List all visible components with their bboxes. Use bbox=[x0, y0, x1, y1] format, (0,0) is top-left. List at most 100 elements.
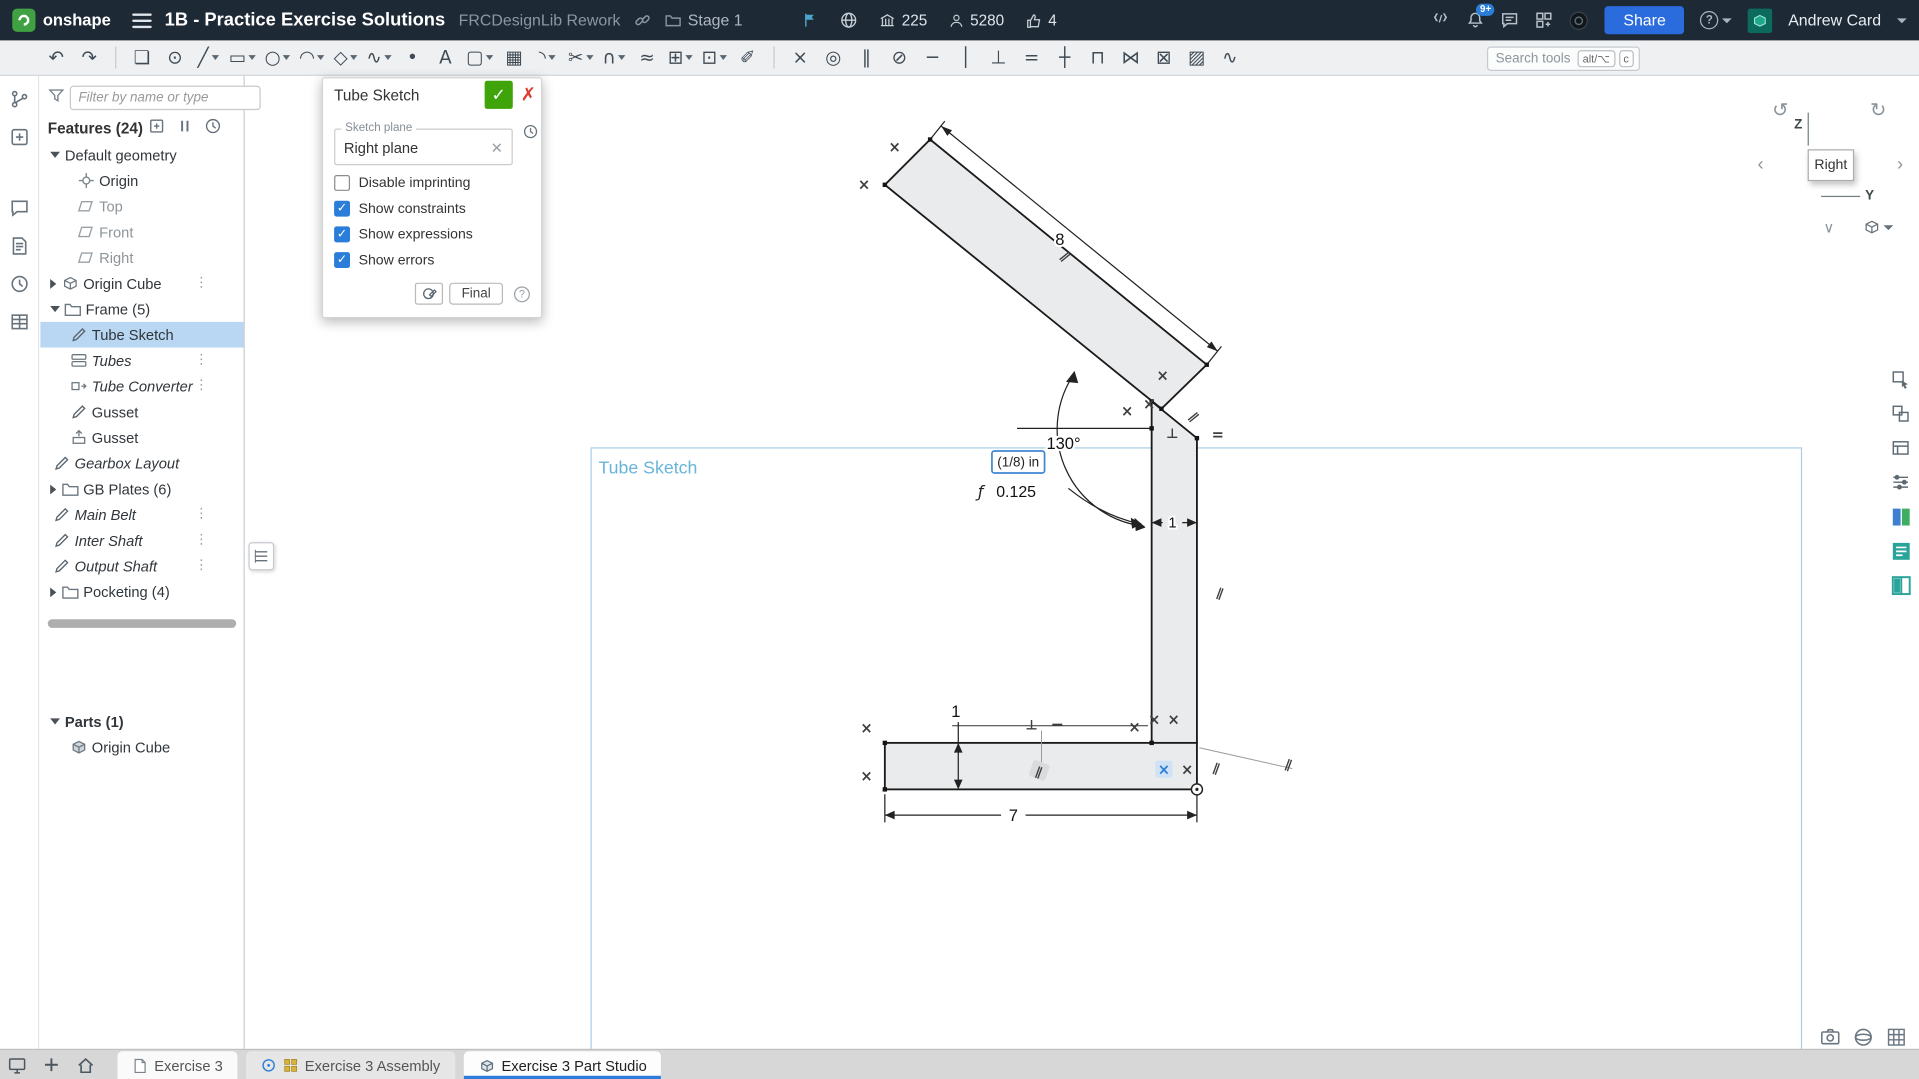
midpoint-tool[interactable]: ┼ bbox=[1050, 43, 1079, 72]
perpendicular-tool[interactable]: ⊥ bbox=[984, 43, 1013, 72]
chevron-down-icon[interactable] bbox=[686, 55, 693, 60]
chevron-down-icon[interactable] bbox=[548, 55, 555, 60]
appearance-icon[interactable] bbox=[1888, 470, 1912, 494]
user-menu-chevron-icon[interactable] bbox=[1897, 18, 1907, 23]
feature-tube-sketch[interactable]: Tube Sketch bbox=[40, 322, 243, 348]
user-name[interactable]: Andrew Card bbox=[1788, 11, 1881, 29]
construction-tool[interactable]: ⊙ bbox=[160, 43, 189, 72]
option-show-expressions[interactable]: ✓Show expressions bbox=[334, 226, 530, 242]
search-tools-input[interactable] bbox=[1493, 50, 1574, 67]
style-tool[interactable]: ✐ bbox=[733, 43, 762, 72]
stat-likes[interactable]: 4 bbox=[1025, 12, 1057, 29]
undo-tool[interactable]: ↶ bbox=[42, 43, 71, 72]
link-icon[interactable] bbox=[634, 12, 651, 29]
pattern-tool[interactable]: ⊠ bbox=[1149, 43, 1178, 72]
chevron-down-icon[interactable] bbox=[586, 55, 593, 60]
export-tool[interactable]: ⊡ bbox=[699, 43, 729, 72]
notifications-bell-icon[interactable]: 9+ bbox=[1467, 11, 1485, 29]
tab-exercise-3-part-studio[interactable]: Exercise 3 Part Studio bbox=[464, 1051, 662, 1079]
rotate-cw-icon[interactable]: ↻ bbox=[1870, 98, 1886, 121]
split-view-icon[interactable] bbox=[1888, 573, 1912, 597]
feature-front[interactable]: Front bbox=[40, 219, 243, 245]
view-cube-face[interactable]: Right bbox=[1808, 149, 1855, 181]
commit-check-icon[interactable]: ✓ bbox=[485, 81, 513, 109]
feature-output-shaft[interactable]: Output Shaft⋮ bbox=[40, 553, 243, 579]
caret-down-icon[interactable] bbox=[50, 306, 60, 312]
main-menu-icon[interactable] bbox=[132, 13, 152, 28]
checkbox-checked-icon[interactable]: ✓ bbox=[334, 226, 350, 242]
render-mode-icon[interactable] bbox=[1888, 504, 1912, 528]
checkbox-checked-icon[interactable]: ✓ bbox=[334, 252, 350, 268]
comments-icon[interactable] bbox=[8, 197, 30, 219]
feature-frame-5[interactable]: Frame (5) bbox=[40, 296, 243, 322]
chevron-down-icon[interactable] bbox=[249, 55, 256, 60]
close-icon[interactable]: ✗ bbox=[521, 83, 536, 105]
point-tool[interactable]: • bbox=[398, 43, 427, 72]
dialog-title-bar[interactable]: Tube Sketch ✓ ✗ bbox=[323, 78, 541, 111]
group-panels-icon[interactable] bbox=[1888, 401, 1912, 425]
curvature-tool[interactable]: ∿ bbox=[1215, 43, 1244, 72]
horizontal-scrollbar[interactable] bbox=[48, 619, 236, 628]
chevron-down-icon[interactable] bbox=[283, 55, 290, 60]
display-options-icon[interactable] bbox=[1888, 436, 1912, 460]
rollback-clock-icon[interactable] bbox=[204, 117, 221, 140]
stage-breadcrumb[interactable]: Stage 1 bbox=[665, 11, 743, 29]
feature-origin-cube[interactable]: Origin Cube⋮ bbox=[40, 270, 243, 296]
learning-center-icon[interactable] bbox=[1569, 10, 1589, 30]
tab-exercise-3-assembly[interactable]: Exercise 3 Assembly bbox=[246, 1051, 455, 1079]
text-tool[interactable]: A bbox=[431, 43, 460, 72]
feature-top[interactable]: Top bbox=[40, 193, 243, 219]
rollback-clock-icon[interactable] bbox=[523, 124, 539, 146]
chevron-down-icon[interactable] bbox=[211, 55, 218, 60]
clear-selection-icon[interactable]: ✕ bbox=[491, 140, 503, 157]
share-button[interactable]: Share bbox=[1605, 6, 1684, 34]
feature-origin[interactable]: Origin bbox=[40, 168, 243, 194]
feature-tube-converter[interactable]: Tube Converter⋮ bbox=[40, 373, 243, 399]
feature-filter-input[interactable] bbox=[70, 86, 261, 110]
insert-feature-icon[interactable] bbox=[148, 117, 165, 140]
search-tools-box[interactable]: alt/⌥ c bbox=[1487, 47, 1640, 71]
hatch-tool[interactable]: ▨ bbox=[1182, 43, 1211, 72]
trim-tool[interactable]: ✂ bbox=[566, 43, 596, 72]
stat-users[interactable]: 5280 bbox=[948, 12, 1004, 29]
three-point-arc-tool[interactable]: ◠ bbox=[297, 43, 328, 72]
caret-right-icon[interactable] bbox=[50, 278, 56, 288]
chevron-down-icon[interactable] bbox=[384, 55, 391, 60]
feature-default-geometry[interactable]: Default geometry bbox=[40, 142, 243, 168]
selection-filter-icon[interactable] bbox=[1888, 367, 1912, 391]
polygon-tool[interactable]: ◇ bbox=[331, 43, 360, 72]
onshape-logo[interactable]: onshape bbox=[12, 9, 111, 32]
feature-pocketing-4[interactable]: Pocketing (4) bbox=[40, 579, 243, 605]
caret-down-icon[interactable] bbox=[50, 152, 60, 158]
center-point-circle-tool[interactable]: ○ bbox=[262, 43, 293, 72]
tab-exercise-3[interactable]: Exercise 3 bbox=[117, 1051, 237, 1079]
feature-gb-plates-6[interactable]: GB Plates (6) bbox=[40, 476, 243, 502]
feature-tubes[interactable]: Tubes⋮ bbox=[40, 348, 243, 374]
globe-icon[interactable] bbox=[839, 11, 857, 29]
insert-panel-icon[interactable] bbox=[8, 126, 30, 148]
avatar[interactable] bbox=[1748, 8, 1772, 32]
view-options-menu[interactable] bbox=[1863, 218, 1894, 236]
copy-paste-tool[interactable]: ❏ bbox=[127, 43, 156, 72]
tables-icon[interactable] bbox=[8, 311, 30, 333]
history-icon[interactable] bbox=[8, 273, 30, 295]
spline-tool[interactable]: ∿ bbox=[364, 43, 394, 72]
sketch-region-icon[interactable] bbox=[415, 283, 443, 305]
final-button[interactable]: Final bbox=[449, 283, 503, 305]
named-views-icon[interactable] bbox=[1888, 538, 1912, 562]
horizontal-tool[interactable]: ─ bbox=[918, 43, 947, 72]
add-tab-icon[interactable] bbox=[34, 1050, 68, 1079]
equal-tool[interactable]: = bbox=[1017, 43, 1046, 72]
option-disable-imprinting[interactable]: Disable imprinting bbox=[334, 175, 530, 191]
caret-right-icon[interactable] bbox=[50, 587, 56, 597]
parallel-tool[interactable]: ∥ bbox=[852, 43, 881, 72]
rotate-right-chevron-icon[interactable]: › bbox=[1897, 155, 1903, 173]
feature-gusset[interactable]: Gusset bbox=[40, 425, 243, 451]
feature-gusset[interactable]: Gusset bbox=[40, 399, 243, 425]
sketch-plane-value[interactable]: Right plane bbox=[344, 140, 418, 157]
corner-rectangle-tool[interactable]: ▭ bbox=[226, 43, 258, 72]
tangent-tool[interactable]: ⊘ bbox=[885, 43, 914, 72]
coincident-tool[interactable]: × bbox=[786, 43, 815, 72]
face-grid-tool[interactable]: ▦ bbox=[500, 43, 529, 72]
option-show-errors[interactable]: ✓Show errors bbox=[334, 252, 530, 268]
